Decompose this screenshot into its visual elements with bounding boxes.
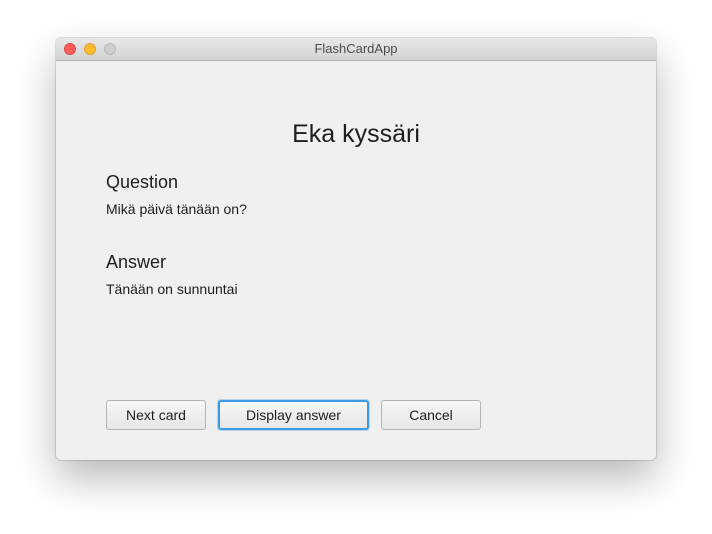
answer-heading: Answer (106, 252, 167, 272)
next-card-button[interactable]: Next card (106, 400, 206, 430)
question-heading: Question (106, 172, 179, 192)
question-text: Mikä päivä tänään on? (106, 201, 247, 217)
card-title: Eka kyssäri (292, 120, 420, 148)
title-bar[interactable]: FlashCardApp (56, 38, 656, 61)
cancel-button[interactable]: Cancel (381, 400, 481, 430)
answer-text: Tänään on sunnuntai (106, 281, 238, 297)
display-answer-button[interactable]: Display answer (218, 400, 369, 430)
window-title: FlashCardApp (314, 41, 398, 56)
app-window: FlashCardApp Eka kyssäri Question Mikä p… (56, 38, 656, 460)
